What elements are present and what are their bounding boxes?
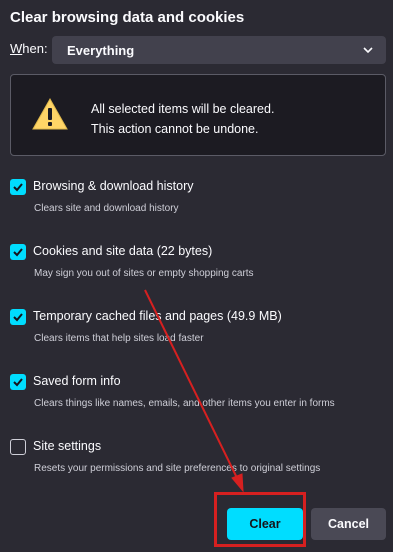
- history-description: Clears site and download history: [34, 203, 179, 214]
- time-range-row: When: Everything: [10, 36, 386, 64]
- form-info-description: Clears things like names, emails, and ot…: [34, 398, 335, 409]
- history-checkbox[interactable]: [10, 179, 26, 195]
- chevron-down-icon: [363, 47, 373, 54]
- checkmark-icon: [13, 378, 23, 387]
- cache-description: Clears items that help sites load faster: [34, 333, 204, 344]
- cache-label: Temporary cached files and pages (49.9 M…: [33, 309, 282, 323]
- site-settings-checkbox[interactable]: [10, 439, 26, 455]
- site-settings-description: Resets your permissions and site prefere…: [34, 463, 321, 474]
- form-info-label: Saved form info: [33, 374, 121, 388]
- checkmark-icon: [13, 313, 23, 322]
- time-range-select[interactable]: Everything: [52, 36, 386, 64]
- cancel-button[interactable]: Cancel: [311, 508, 386, 540]
- history-label: Browsing & download history: [33, 179, 194, 193]
- time-range-label: When:: [10, 41, 48, 56]
- cache-checkbox[interactable]: [10, 309, 26, 325]
- cookies-checkbox[interactable]: [10, 244, 26, 260]
- warning-box: All selected items will be cleared. This…: [10, 74, 386, 156]
- cookies-label: Cookies and site data (22 bytes): [33, 244, 213, 258]
- dialog-title: Clear browsing data and cookies: [10, 9, 245, 26]
- annotation-highlight-box: [214, 492, 306, 547]
- form-info-checkbox[interactable]: [10, 374, 26, 390]
- checkmark-icon: [13, 183, 23, 192]
- warning-text: All selected items will be cleared. This…: [91, 102, 275, 136]
- cookies-description: May sign you out of sites or empty shopp…: [34, 268, 254, 279]
- time-range-value: Everything: [67, 42, 135, 58]
- warning-icon: [32, 97, 68, 130]
- site-settings-label: Site settings: [33, 439, 102, 453]
- checkmark-icon: [13, 248, 23, 257]
